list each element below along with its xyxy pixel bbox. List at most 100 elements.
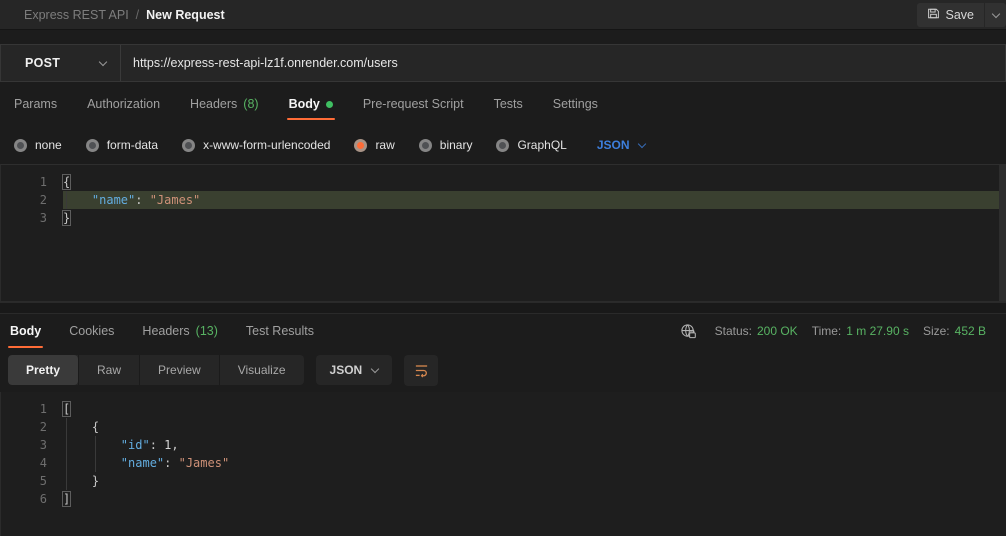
response-body-viewer[interactable]: 1[2{3 "id": 1, 4 "name": "James" 5} 6] — [0, 392, 1006, 536]
tab-tests[interactable]: Tests — [492, 84, 525, 124]
line-number: 2 — [39, 420, 47, 434]
body-mode-row: none form-data x-www-form-urlencoded raw bin… — [0, 126, 1006, 164]
response-meta: Status: 200 OK Time: 1 m 27.90 s Size: 4… — [680, 323, 986, 340]
body-mode-radios: none form-data x-www-form-urlencoded raw bin… — [14, 138, 567, 152]
time-label: Time: — [811, 324, 842, 338]
body-mode-none[interactable]: none — [14, 138, 62, 152]
method-selector[interactable]: POST — [1, 45, 121, 81]
tab-test-results[interactable]: Test Results — [244, 314, 316, 348]
line-number: 6 — [39, 492, 47, 506]
line-number: 1 — [39, 175, 47, 189]
view-preview[interactable]: Preview — [139, 355, 219, 385]
body-mode-binary[interactable]: binary — [418, 138, 472, 152]
editor-scrollbar[interactable] — [999, 165, 1006, 301]
indent-guide — [66, 418, 67, 490]
line-number: 4 — [39, 456, 47, 470]
status-label: Status: — [714, 324, 752, 338]
token: : — [149, 438, 165, 452]
view-raw[interactable]: Raw — [78, 355, 139, 385]
save-options-button[interactable] — [984, 3, 1006, 27]
network-globe-lock-icon[interactable] — [680, 323, 697, 340]
request-url-bar: POST — [0, 44, 1006, 82]
token: "James" — [178, 456, 230, 470]
token: } — [91, 474, 100, 488]
response-view-switcher: Pretty Raw Preview Visualize — [8, 355, 304, 385]
save-button-label: Save — [945, 8, 975, 22]
header-bar: Express REST API / New Request Save — [0, 0, 1006, 30]
save-button-group: Save — [916, 3, 1006, 27]
raw-language-label: JSON — [596, 138, 630, 152]
body-mode-label: raw — [375, 138, 395, 152]
tab-body[interactable]: Body — [286, 84, 336, 124]
chevron-down-icon — [991, 9, 1000, 18]
save-floppy-icon — [927, 7, 940, 23]
radio-icon — [354, 138, 368, 152]
indent-guide — [66, 191, 67, 209]
tab-label: Body — [10, 324, 42, 338]
response-language-label: JSON — [329, 363, 363, 377]
tab-settings[interactable]: Settings — [551, 84, 600, 124]
method-label: POST — [25, 56, 61, 70]
code-line: 3 "id": 1, — [7, 436, 1006, 454]
tab-count-badge: (13) — [195, 324, 218, 338]
token: : — [135, 193, 150, 207]
breadcrumb-separator: / — [135, 7, 140, 22]
tab-count-badge: (8) — [243, 97, 259, 111]
size-pair[interactable]: Size: 452 B — [923, 324, 986, 338]
request-tabs: Params Authorization Headers (8) Body Pre-req… — [0, 82, 1006, 126]
body-mode-label: x-www-form-urlencoded — [203, 138, 331, 152]
tab-headers[interactable]: Headers (8) — [188, 84, 261, 124]
body-mode-raw[interactable]: raw — [354, 138, 395, 152]
tab-label: Body — [288, 97, 320, 111]
line-number: 2 — [39, 193, 47, 207]
wrap-lines-button[interactable] — [404, 354, 439, 386]
token: } — [61, 210, 72, 226]
code-line: 1[ — [7, 400, 1006, 418]
code-content: "name": "James" — [63, 454, 1006, 472]
save-button[interactable]: Save — [916, 3, 984, 27]
body-mode-form-data[interactable]: form-data — [85, 138, 158, 152]
tab-headers[interactable]: Headers (13) — [140, 314, 219, 348]
response-view-row: Pretty Raw Preview Visualize JSON — [0, 348, 1006, 392]
radio-icon — [14, 138, 27, 152]
spacer — [0, 30, 1006, 44]
view-visualize[interactable]: Visualize — [218, 355, 304, 385]
body-mode-x-www-form-urlencoded[interactable]: x-www-form-urlencoded — [182, 138, 330, 152]
tab-label: Pre-request Script — [362, 97, 464, 111]
unsaved-dot-icon — [325, 100, 333, 108]
code-content: [ — [61, 400, 1006, 418]
code-line: 4 "name": "James" — [7, 454, 1006, 472]
radio-icon — [418, 138, 432, 152]
code-line: 6] — [7, 490, 1006, 508]
code-content: "id": 1, — [63, 436, 1006, 454]
raw-language-dropdown[interactable]: JSON — [596, 138, 646, 152]
radio-icon — [182, 138, 196, 152]
response-header: Body Cookies Headers (13) Test Results Statu… — [0, 314, 1006, 348]
code-line: 2{ — [7, 418, 1006, 436]
tab-authorization[interactable]: Authorization — [85, 84, 162, 124]
request-body-editor[interactable]: 1{2 "name": "James" 3} — [0, 164, 1006, 302]
response-code-lines: 1[2{3 "id": 1, 4 "name": "James" 5} 6] — [7, 400, 1006, 508]
tab-label: Test Results — [245, 324, 314, 338]
token: { — [91, 420, 100, 434]
status-pair[interactable]: Status: 200 OK — [715, 324, 798, 338]
tab-label: Authorization — [87, 97, 161, 111]
breadcrumb-request-name[interactable]: New Request — [146, 8, 225, 22]
indent-guide — [95, 436, 96, 472]
view-pretty[interactable]: Pretty — [8, 355, 79, 385]
tab-pre-request-script[interactable]: Pre-request Script — [361, 84, 466, 124]
body-mode-graphql[interactable]: GraphQL — [496, 138, 567, 152]
code-line: 5} — [7, 472, 1006, 490]
tab-label: Headers — [190, 97, 238, 111]
time-pair[interactable]: Time: 1 m 27.90 s — [812, 324, 909, 338]
url-input[interactable] — [121, 45, 1005, 81]
tab-body[interactable]: Body — [8, 314, 44, 348]
breadcrumb-collection[interactable]: Express REST API — [24, 8, 129, 22]
response-language-dropdown[interactable]: JSON — [315, 355, 393, 385]
tab-label: Tests — [493, 97, 523, 111]
tab-cookies[interactable]: Cookies — [67, 314, 116, 348]
tab-params[interactable]: Params — [12, 84, 59, 124]
code-line: 2 "name": "James" — [7, 191, 1006, 209]
line-number: 5 — [39, 474, 47, 488]
wrap-lines-icon — [415, 364, 427, 377]
